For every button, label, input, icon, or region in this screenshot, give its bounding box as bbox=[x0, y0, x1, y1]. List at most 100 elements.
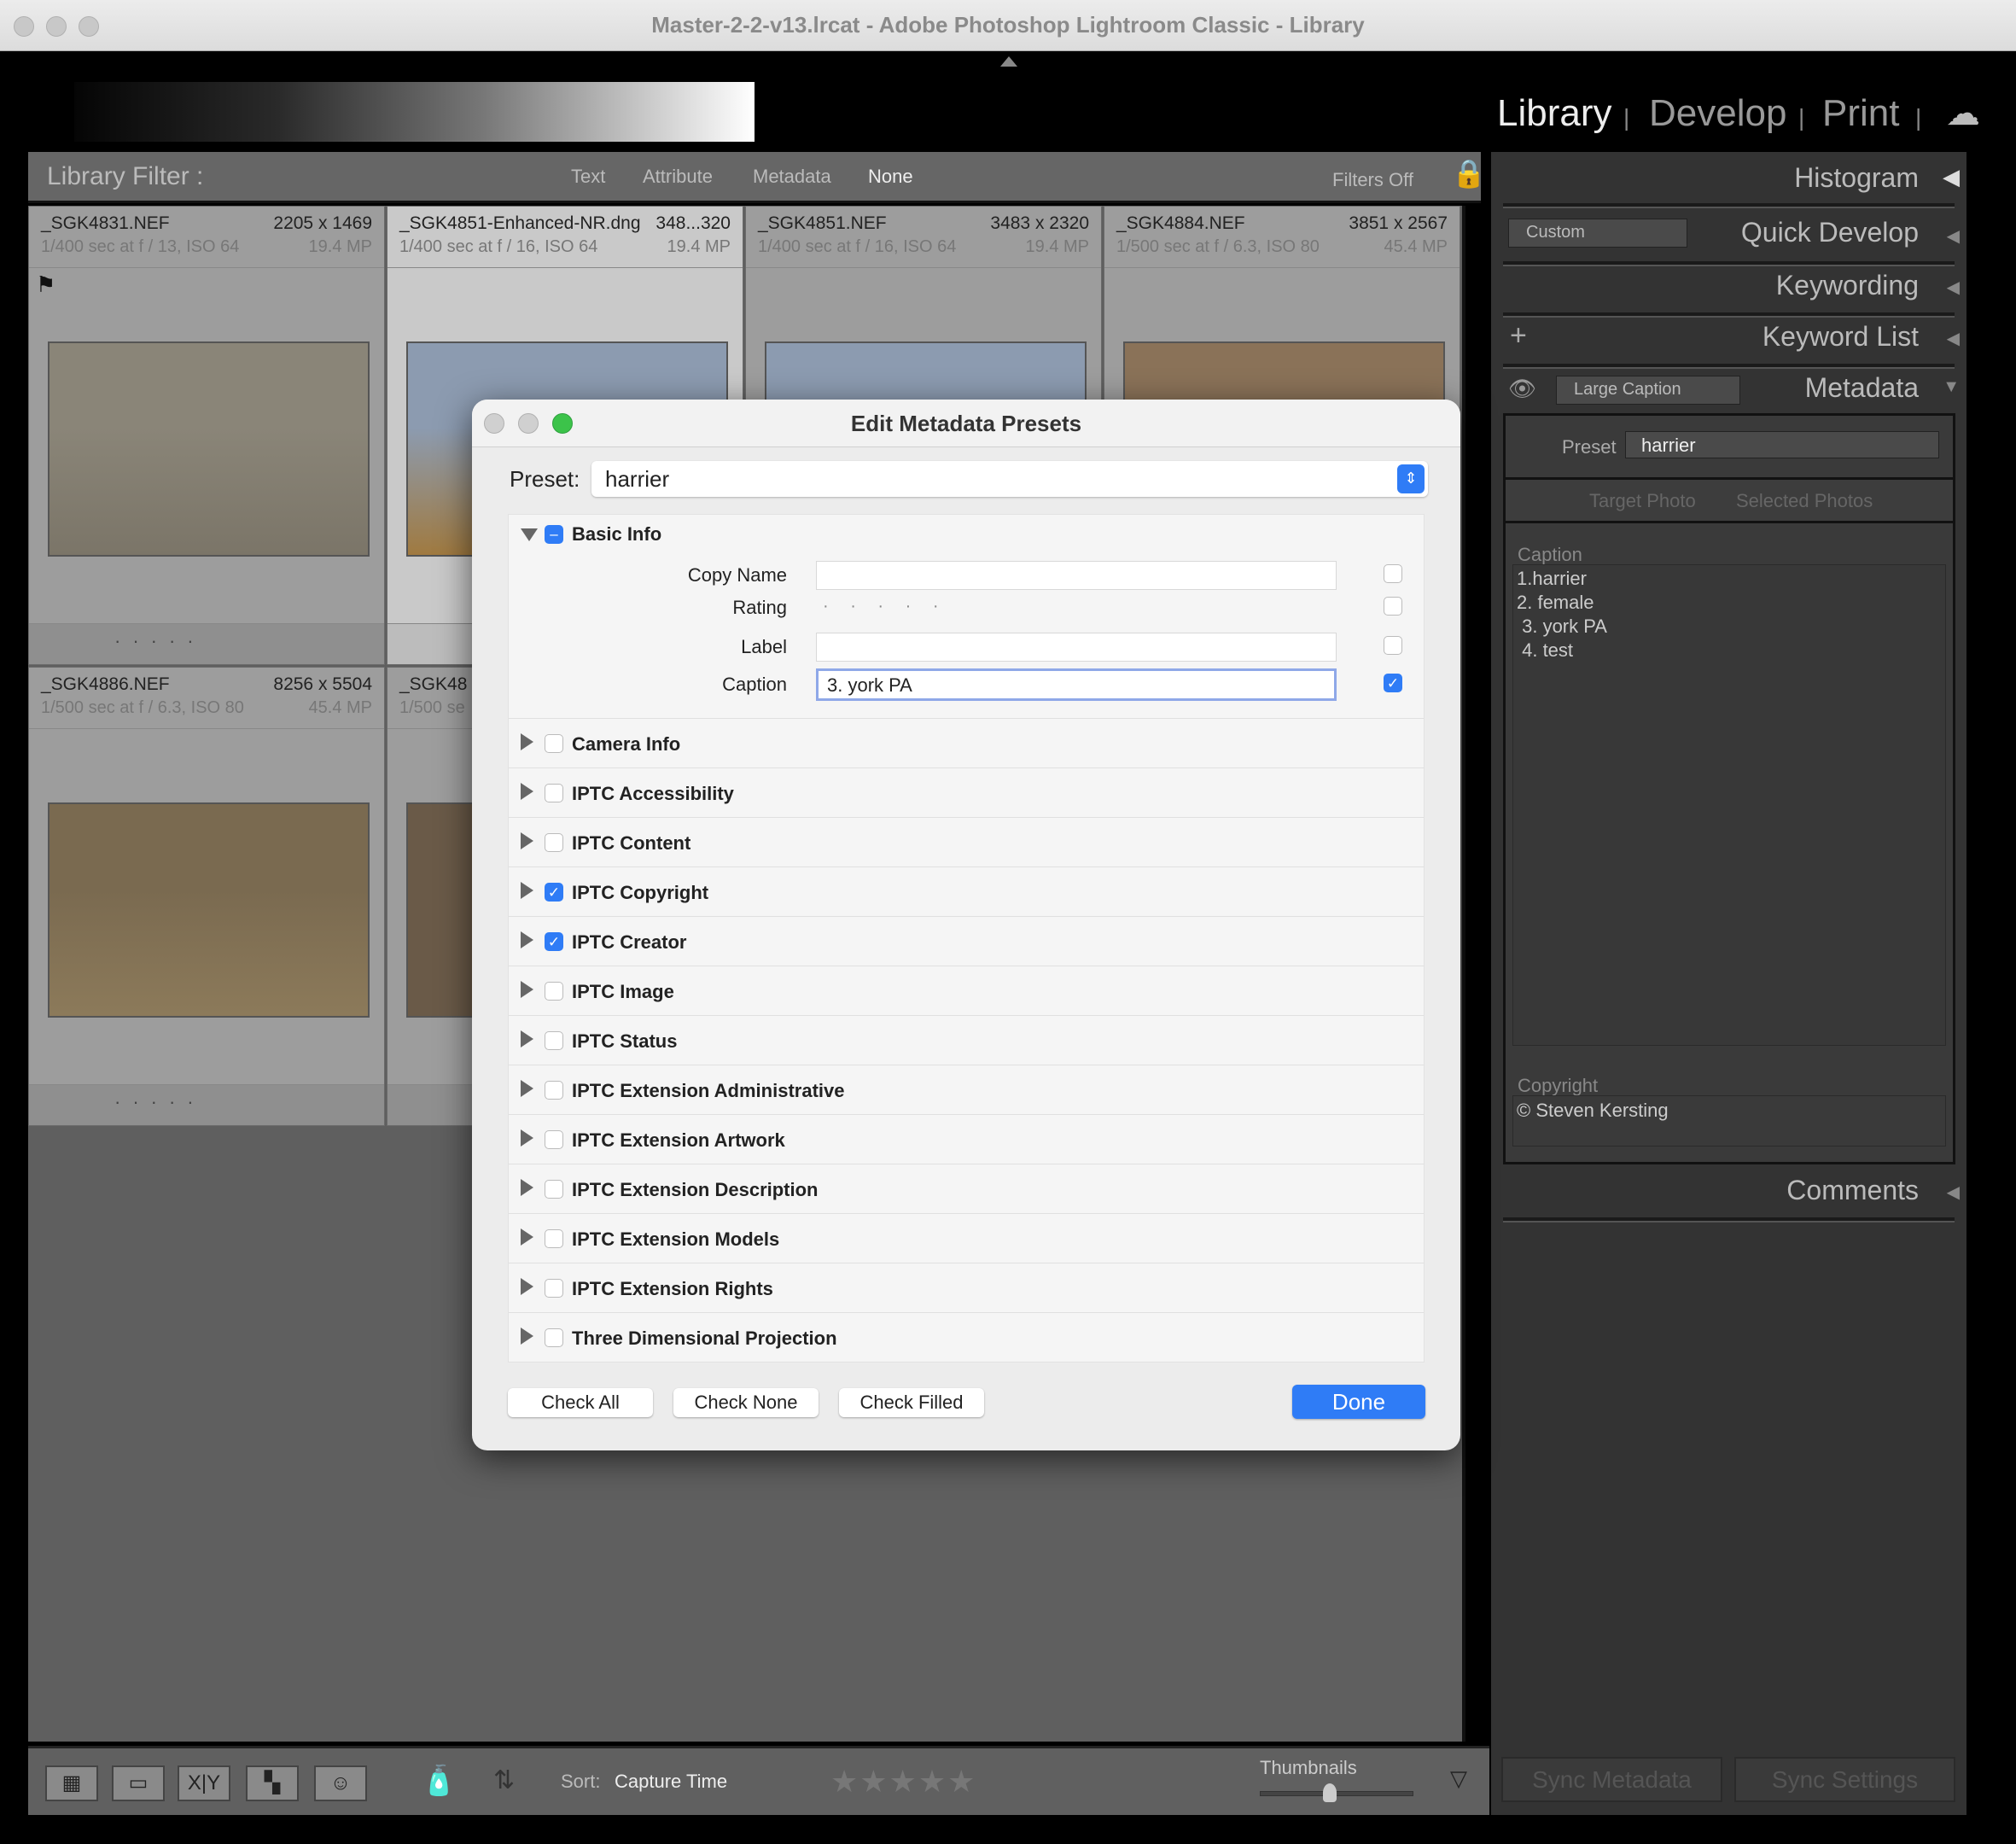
keywording-header[interactable]: Keywording bbox=[1776, 270, 1919, 301]
section-checkbox[interactable] bbox=[545, 784, 563, 802]
label-input[interactable] bbox=[816, 633, 1337, 662]
caption-checkbox[interactable]: ✓ bbox=[1384, 674, 1402, 692]
rating-dots[interactable]: ····· bbox=[114, 630, 206, 652]
metadata-section-row[interactable]: Camera Info bbox=[509, 718, 1424, 767]
toolbar-menu-triangle-icon[interactable]: ▽ bbox=[1450, 1765, 1467, 1792]
metadata-section-row[interactable]: IPTC Accessibility bbox=[509, 767, 1424, 817]
filter-tab-none[interactable]: None bbox=[868, 166, 913, 188]
section-checkbox[interactable] bbox=[545, 833, 563, 852]
done-button[interactable]: Done bbox=[1292, 1385, 1425, 1419]
section-checkbox[interactable]: ✓ bbox=[545, 932, 563, 951]
metadata-section-row[interactable]: IPTC Extension Artwork bbox=[509, 1114, 1424, 1164]
section-checkbox[interactable] bbox=[545, 1229, 563, 1248]
cloud-icon[interactable]: ☁ bbox=[1946, 94, 1980, 133]
filter-tab-text[interactable]: Text bbox=[571, 166, 605, 188]
expand-triangle-icon[interactable]: ◀ bbox=[1947, 277, 1960, 298]
disclosure-closed-icon[interactable] bbox=[521, 981, 533, 998]
quick-develop-preset-dropdown[interactable]: Custom bbox=[1508, 219, 1687, 248]
disclosure-open-icon[interactable] bbox=[521, 528, 538, 541]
disclosure-closed-icon[interactable] bbox=[521, 1278, 533, 1295]
preset-select[interactable]: harrier ⇕ bbox=[591, 461, 1428, 497]
eye-icon[interactable]: 👁 bbox=[1508, 376, 1536, 402]
collapse-triangle-icon[interactable]: ◀ bbox=[1943, 164, 1960, 190]
target-photo-button[interactable]: Target Photo bbox=[1589, 490, 1696, 512]
section-checkbox[interactable]: ✓ bbox=[545, 883, 563, 902]
survey-view-icon[interactable]: ▚ bbox=[246, 1765, 299, 1801]
filters-off-dropdown[interactable]: Filters Off bbox=[1332, 169, 1413, 191]
disclosure-closed-icon[interactable] bbox=[521, 1328, 533, 1345]
metadata-view-dropdown[interactable]: Large Caption bbox=[1556, 376, 1740, 405]
dialog-zoom-button[interactable] bbox=[552, 413, 573, 434]
metadata-section-row[interactable]: IPTC Content bbox=[509, 817, 1424, 867]
disclosure-closed-icon[interactable] bbox=[521, 1228, 533, 1246]
section-checkbox[interactable] bbox=[545, 1328, 563, 1347]
disclosure-closed-icon[interactable] bbox=[521, 931, 533, 948]
expand-triangle-icon[interactable]: ◀ bbox=[1947, 1182, 1960, 1203]
section-checkbox[interactable] bbox=[545, 1130, 563, 1149]
metadata-section-row[interactable]: ✓ IPTC Creator bbox=[509, 916, 1424, 966]
disclosure-closed-icon[interactable] bbox=[521, 882, 533, 899]
metadata-header[interactable]: Metadata bbox=[1805, 372, 1919, 404]
basic-info-checkbox-mixed[interactable]: – bbox=[545, 525, 563, 544]
caption-input[interactable]: 3. york PA bbox=[816, 668, 1337, 701]
metadata-section-row[interactable]: IPTC Extension Administrative bbox=[509, 1065, 1424, 1114]
disclosure-closed-icon[interactable] bbox=[521, 832, 533, 849]
section-checkbox[interactable] bbox=[545, 1081, 563, 1100]
sync-metadata-button[interactable]: Sync Metadata bbox=[1501, 1757, 1722, 1802]
copyright-field[interactable]: © Steven Kersting bbox=[1512, 1095, 1946, 1147]
check-none-button[interactable]: Check None bbox=[673, 1388, 819, 1417]
rating-checkbox[interactable] bbox=[1384, 597, 1402, 616]
check-all-button[interactable]: Check All bbox=[508, 1388, 653, 1417]
sort-dropdown[interactable]: Capture Time bbox=[615, 1771, 727, 1793]
keyword-list-header[interactable]: Keyword List bbox=[1763, 321, 1919, 353]
histogram-header[interactable]: Histogram bbox=[1794, 162, 1919, 194]
metadata-section-row[interactable]: IPTC Extension Models bbox=[509, 1213, 1424, 1263]
caption-textarea[interactable]: 1.harrier 2. female 3. york PA 4. test bbox=[1512, 564, 1946, 1046]
painter-spray-icon[interactable]: 🧴 bbox=[421, 1764, 457, 1798]
slider-knob[interactable] bbox=[1323, 1783, 1337, 1802]
reject-flag-icon[interactable]: ⚑ bbox=[36, 271, 55, 298]
expand-triangle-icon[interactable]: ◀ bbox=[1947, 225, 1960, 247]
collapse-top-panel-icon[interactable] bbox=[1000, 56, 1017, 67]
metadata-section-row[interactable]: IPTC Image bbox=[509, 966, 1424, 1015]
label-checkbox[interactable] bbox=[1384, 636, 1402, 655]
copy-name-input[interactable] bbox=[816, 561, 1337, 590]
module-library[interactable]: Library bbox=[1497, 92, 1612, 135]
expand-triangle-icon[interactable]: ◀ bbox=[1947, 328, 1960, 349]
metadata-section-row[interactable]: Three Dimensional Projection bbox=[509, 1312, 1424, 1362]
people-view-icon[interactable]: ☺ bbox=[314, 1765, 367, 1801]
disclosure-closed-icon[interactable] bbox=[521, 1129, 533, 1147]
rating-stars[interactable]: ★★★★★ bbox=[830, 1764, 976, 1800]
section-checkbox[interactable] bbox=[545, 1031, 563, 1050]
thumbnail-cell[interactable]: _SGK4831.NEF 2205 x 1469 1/400 sec at f … bbox=[28, 206, 385, 665]
sort-direction-icon[interactable]: ⇅ bbox=[493, 1765, 515, 1795]
metadata-section-row[interactable]: IPTC Status bbox=[509, 1015, 1424, 1065]
filter-tab-metadata[interactable]: Metadata bbox=[753, 166, 831, 188]
disclosure-closed-icon[interactable] bbox=[521, 1080, 533, 1097]
check-filled-button[interactable]: Check Filled bbox=[839, 1388, 984, 1417]
selected-photos-button[interactable]: Selected Photos bbox=[1736, 490, 1873, 512]
copy-name-checkbox[interactable] bbox=[1384, 564, 1402, 583]
section-checkbox[interactable] bbox=[545, 734, 563, 753]
add-keyword-icon[interactable]: + bbox=[1510, 319, 1527, 353]
metadata-preset-dropdown[interactable]: harrier bbox=[1625, 431, 1939, 458]
collapse-triangle-icon[interactable]: ▼ bbox=[1943, 377, 1960, 397]
quick-develop-header[interactable]: Quick Develop bbox=[1741, 217, 1919, 248]
filter-tab-attribute[interactable]: Attribute bbox=[643, 166, 713, 188]
thumbnail-cell[interactable]: _SGK4886.NEF 8256 x 5504 1/500 sec at f … bbox=[28, 667, 385, 1126]
compare-view-icon[interactable]: X|Y bbox=[178, 1765, 230, 1801]
disclosure-closed-icon[interactable] bbox=[521, 1030, 533, 1047]
dialog-close-button[interactable] bbox=[484, 413, 504, 434]
grid-view-icon[interactable]: ▦ bbox=[45, 1765, 98, 1801]
section-checkbox[interactable] bbox=[545, 1180, 563, 1199]
section-checkbox[interactable] bbox=[545, 1279, 563, 1298]
dialog-minimize-button[interactable] bbox=[518, 413, 539, 434]
rating-dots[interactable]: · · · · · bbox=[823, 597, 947, 616]
disclosure-closed-icon[interactable] bbox=[521, 1179, 533, 1196]
comments-header[interactable]: Comments bbox=[1786, 1175, 1919, 1206]
metadata-section-row[interactable]: ✓ IPTC Copyright bbox=[509, 867, 1424, 916]
section-checkbox[interactable] bbox=[545, 982, 563, 1001]
disclosure-closed-icon[interactable] bbox=[521, 733, 533, 750]
loupe-view-icon[interactable]: ▭ bbox=[112, 1765, 165, 1801]
metadata-section-row[interactable]: IPTC Extension Description bbox=[509, 1164, 1424, 1213]
